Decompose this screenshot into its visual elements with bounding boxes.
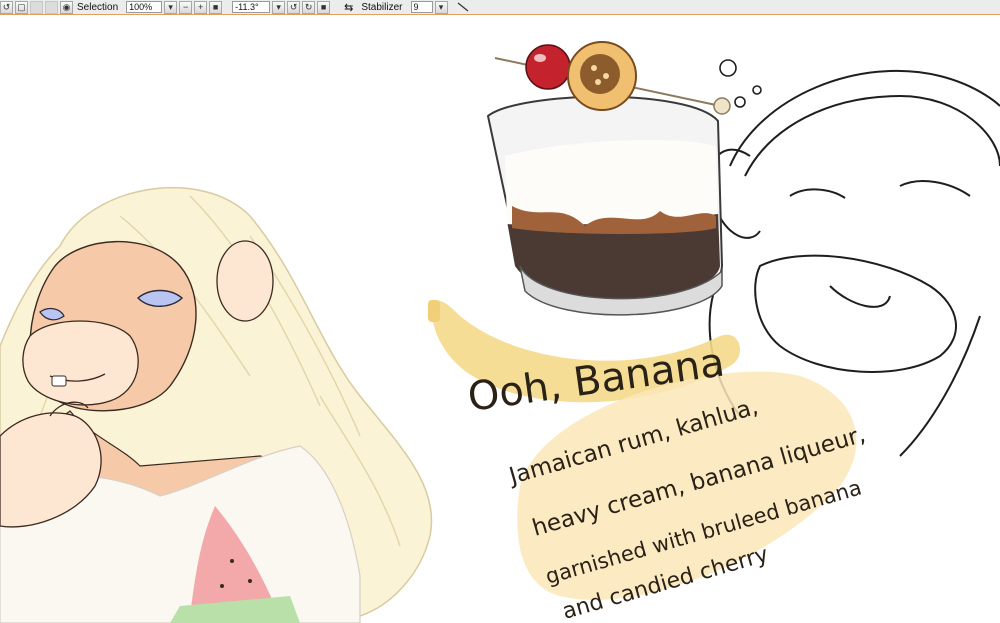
muzzle bbox=[22, 320, 139, 406]
sketch-tongue bbox=[829, 285, 891, 308]
rotation-value: -11.3° bbox=[235, 2, 259, 12]
disabled-tool-2-icon[interactable] bbox=[45, 0, 58, 14]
sketch-head-outline bbox=[729, 69, 1000, 177]
skewer-end bbox=[713, 97, 731, 115]
rotate-ccw-icon[interactable]: ↺ bbox=[287, 0, 301, 14]
banana-seed bbox=[591, 65, 597, 71]
deselect-icon[interactable]: ▢ bbox=[15, 0, 28, 14]
stabilizer-field[interactable]: 9 bbox=[410, 1, 433, 13]
seed bbox=[248, 579, 252, 583]
stabilizer-value: 9 bbox=[413, 2, 419, 12]
zoom-dropdown-icon[interactable]: ▾ bbox=[164, 0, 178, 14]
bubble bbox=[719, 59, 737, 77]
zoom-in-icon[interactable]: + bbox=[194, 0, 208, 14]
toolbar: ↺ ▢ ◉ Selection 100% ▾ − + ■ -11.3° ▾ ↺ … bbox=[0, 0, 1000, 15]
zoom-field[interactable]: 100% bbox=[126, 1, 163, 13]
seed bbox=[230, 559, 234, 563]
rotation-reset-icon[interactable]: ■ bbox=[317, 0, 331, 14]
drawing-canvas[interactable]: Ooh, Banana Jamaican rum, kahlua, heavy … bbox=[0, 16, 1000, 623]
rotation-dropdown-icon[interactable]: ▾ bbox=[272, 0, 286, 14]
artwork: Ooh, Banana Jamaican rum, kahlua, heavy … bbox=[0, 41, 1000, 623]
ear bbox=[216, 240, 274, 322]
rotate-cw-icon[interactable]: ↻ bbox=[302, 0, 316, 14]
zoom-out-icon[interactable]: − bbox=[179, 0, 193, 14]
eye-icon[interactable]: ◉ bbox=[60, 0, 73, 14]
rotate-left-icon[interactable]: ↺ bbox=[0, 0, 13, 14]
cherry-highlight bbox=[534, 54, 546, 62]
teeth bbox=[51, 375, 67, 387]
rotation-field[interactable]: -11.3° bbox=[232, 1, 271, 13]
zoom-value: 100% bbox=[129, 2, 153, 12]
line-tool-icon[interactable] bbox=[456, 1, 470, 13]
selection-label: Selection bbox=[77, 1, 119, 13]
stabilizer-label: Stabilizer bbox=[361, 1, 403, 13]
banana-seed bbox=[603, 73, 609, 79]
disabled-tool-1-icon[interactable] bbox=[30, 0, 43, 14]
sketch-eye bbox=[899, 180, 971, 197]
sketch-eye bbox=[789, 188, 846, 199]
character-left bbox=[0, 186, 433, 623]
banana-stem bbox=[428, 300, 440, 322]
cherry bbox=[525, 44, 571, 90]
banana-center bbox=[580, 54, 620, 94]
cocktail-glass bbox=[486, 41, 731, 316]
banana-seed bbox=[595, 79, 601, 85]
sketch-snout bbox=[754, 254, 957, 374]
bubble bbox=[752, 85, 762, 95]
flip-horizontal-icon[interactable]: ⇆ bbox=[340, 1, 357, 14]
bubble bbox=[734, 96, 746, 108]
zoom-reset-icon[interactable]: ■ bbox=[209, 0, 223, 14]
seed bbox=[220, 584, 224, 588]
stabilizer-dropdown-icon[interactable]: ▾ bbox=[434, 0, 448, 14]
